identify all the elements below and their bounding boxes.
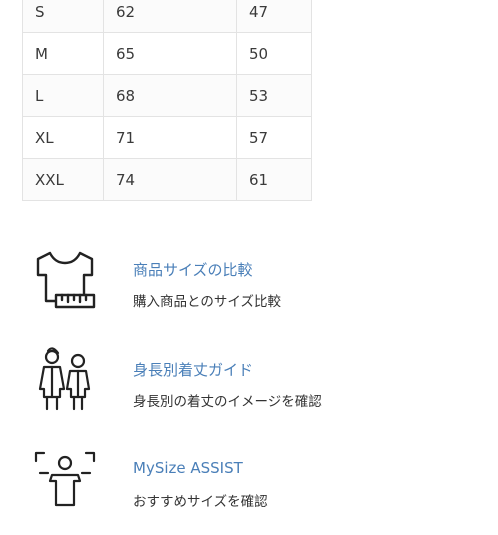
size-cell: M <box>22 32 104 75</box>
measurement-cell: 68 <box>103 74 237 117</box>
size-cell: S <box>22 0 104 33</box>
feature-description: 購入商品とのサイズ比較 <box>133 294 281 310</box>
measurement-cell: 61 <box>236 158 312 201</box>
measurement-cell: 71 <box>103 116 237 159</box>
measurement-cell: 65 <box>103 32 237 75</box>
size-cell: XXL <box>22 158 104 201</box>
mysize-assist-item[interactable]: MySize ASSIST おすすめサイズを確認 <box>0 445 498 535</box>
measurement-cell: 53 <box>236 74 312 117</box>
feature-title-link[interactable]: MySize ASSIST <box>133 459 243 477</box>
measurement-cell: 57 <box>236 116 312 159</box>
table-row: L 68 53 <box>22 74 312 117</box>
measurement-cell: 50 <box>236 32 312 75</box>
feature-title-link[interactable]: 身長別着丈ガイド <box>133 359 253 380</box>
size-cell: XL <box>22 116 104 159</box>
table-row: XL 71 57 <box>22 116 312 159</box>
measurement-cell: 62 <box>103 0 237 33</box>
person-scan-icon <box>34 451 96 507</box>
measurement-cell: 47 <box>236 0 312 33</box>
size-cell: L <box>22 74 104 117</box>
size-table: S 62 47 M 65 50 L 68 53 XL 71 57 XXL 74 … <box>22 0 312 201</box>
tshirt-ruler-icon <box>36 251 96 309</box>
table-row: S 62 47 <box>22 0 312 33</box>
size-comparison-item[interactable]: 商品サイズの比較 購入商品とのサイズ比較 <box>0 245 498 335</box>
table-row: XXL 74 61 <box>22 158 312 201</box>
feature-title-link[interactable]: 商品サイズの比較 <box>133 259 253 280</box>
feature-description: おすすめサイズを確認 <box>133 494 268 510</box>
height-length-guide-item[interactable]: 身長別着丈ガイド 身長別の着丈のイメージを確認 <box>0 345 498 435</box>
measurement-cell: 74 <box>103 158 237 201</box>
two-people-icon <box>38 347 91 411</box>
table-row: M 65 50 <box>22 32 312 75</box>
feature-description: 身長別の着丈のイメージを確認 <box>133 394 322 410</box>
